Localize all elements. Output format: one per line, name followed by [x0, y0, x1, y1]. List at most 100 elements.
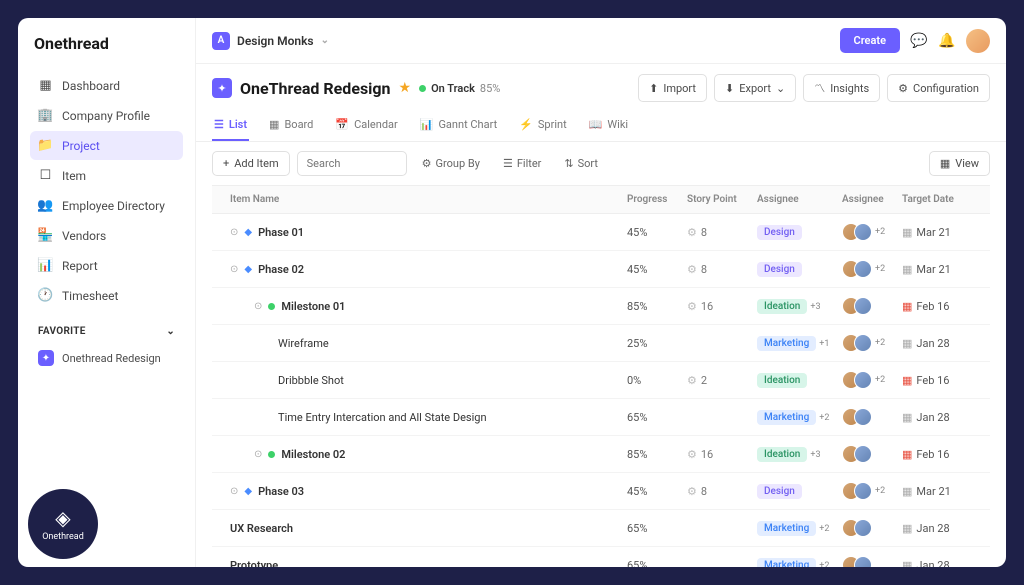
team-icon: A — [212, 32, 230, 50]
sidebar-item-project[interactable]: 📁Project — [30, 131, 183, 160]
add-item-button[interactable]: +Add Item — [212, 151, 290, 176]
sidebar-item-item[interactable]: ☐Item — [30, 161, 183, 190]
avatar-icon — [854, 260, 872, 278]
tag-badge: Design — [757, 225, 802, 240]
tab-icon: 📅 — [335, 118, 349, 131]
chevron-icon[interactable]: ⊙ — [254, 301, 262, 312]
table-row[interactable]: ⊙◆Phase 01 45% ⚙8 Design +2 ▦Mar 21 — [212, 214, 990, 251]
nav-icon: 🏢 — [38, 108, 53, 123]
avatar-icon — [854, 408, 872, 426]
chevron-icon[interactable]: ⊙ — [254, 449, 262, 460]
table-row[interactable]: Time Entry Intercation and All State Des… — [212, 399, 990, 436]
tab-icon: 📊 — [420, 118, 434, 131]
gear-icon: ⚙ — [687, 374, 697, 387]
table-row[interactable]: ⊙◆Phase 03 45% ⚙8 Design +2 ▦Mar 21 — [212, 473, 990, 510]
tag-badge: Marketing — [757, 410, 816, 425]
create-button[interactable]: Create — [840, 28, 901, 53]
project-icon: ✦ — [212, 78, 232, 98]
insights-button[interactable]: 〽Insights — [803, 74, 880, 102]
import-button[interactable]: ⬆Import — [638, 74, 707, 102]
filter-button[interactable]: ☰Filter — [495, 151, 549, 176]
chevron-down-icon: ⌄ — [166, 326, 175, 337]
milestone-dot-icon — [268, 451, 275, 458]
status-badge: On Track 85% — [419, 82, 500, 95]
export-button[interactable]: ⬇Export⌄ — [714, 74, 796, 102]
tab-icon: 📖 — [589, 118, 603, 131]
tab-icon: ☰ — [214, 118, 224, 131]
table-row[interactable]: ⊙Milestone 02 85% ⚙16 Ideation+3 ▦Feb 16 — [212, 436, 990, 473]
calendar-icon: ▦ — [902, 300, 912, 313]
chevron-icon[interactable]: ⊙ — [230, 227, 238, 238]
calendar-icon: ▦ — [902, 226, 912, 239]
tab-calendar[interactable]: 📅Calendar — [333, 110, 399, 141]
tag-badge: Marketing — [757, 521, 816, 536]
project-title: OneThread Redesign — [240, 79, 391, 98]
sidebar-item-company-profile[interactable]: 🏢Company Profile — [30, 101, 183, 130]
star-icon[interactable]: ★ — [399, 80, 412, 96]
chevron-icon[interactable]: ⊙ — [230, 486, 238, 497]
table-row[interactable]: Wireframe 25% Marketing+1 +2 ▦Jan 28 — [212, 325, 990, 362]
tag-badge: Ideation — [757, 373, 807, 388]
tag-badge: Marketing — [757, 558, 816, 568]
milestone-dot-icon — [268, 303, 275, 310]
table-row[interactable]: Prototype 65% Marketing+2 ▦Jan 28 — [212, 547, 990, 567]
avatar-icon — [854, 223, 872, 241]
table-row[interactable]: Dribbble Shot 0% ⚙2 Ideation +2 ▦Feb 16 — [212, 362, 990, 399]
tab-icon: ▦ — [269, 118, 279, 131]
gear-icon: ⚙ — [687, 300, 697, 313]
search-input[interactable] — [297, 151, 407, 176]
table-row[interactable]: UX Research 65% Marketing+2 ▦Jan 28 — [212, 510, 990, 547]
import-icon: ⬆ — [649, 82, 658, 95]
configuration-button[interactable]: ⚙Configuration — [887, 74, 990, 102]
user-avatar[interactable] — [966, 29, 990, 53]
avatar-icon — [854, 371, 872, 389]
nav-icon: 📊 — [38, 258, 53, 273]
table-header: Item Name Progress Story Point Assignee … — [212, 185, 990, 214]
bell-icon[interactable]: 🔔 — [938, 32, 956, 50]
avatar-icon — [854, 482, 872, 500]
chat-icon[interactable]: 💬 — [910, 32, 928, 50]
favorite-header[interactable]: FAVORITE ⌄ — [30, 320, 183, 343]
avatar-icon — [854, 519, 872, 537]
calendar-icon: ▦ — [902, 374, 912, 387]
sidebar-item-dashboard[interactable]: ▦Dashboard — [30, 71, 183, 100]
tab-wiki[interactable]: 📖Wiki — [587, 110, 630, 141]
tab-icon: ⚡ — [519, 118, 533, 131]
table-row[interactable]: ⊙◆Phase 02 45% ⚙8 Design +2 ▦Mar 21 — [212, 251, 990, 288]
sidebar-item-employee-directory[interactable]: 👥Employee Directory — [30, 191, 183, 220]
tab-board[interactable]: ▦Board — [267, 110, 315, 141]
chevron-icon[interactable]: ⊙ — [230, 264, 238, 275]
gear-icon: ⚙ — [422, 157, 432, 170]
diamond-icon: ◆ — [244, 264, 252, 275]
calendar-icon: ▦ — [902, 448, 912, 461]
calendar-icon: ▦ — [902, 559, 912, 568]
team-selector[interactable]: A Design Monks ⌄ — [212, 32, 329, 50]
favorite-item[interactable]: ✦ Onethread Redesign — [30, 343, 183, 373]
sort-button[interactable]: ⇅Sort — [556, 151, 606, 176]
favorite-icon: ✦ — [38, 350, 54, 366]
avatar-icon — [854, 334, 872, 352]
tab-gannt-chart[interactable]: 📊Gannt Chart — [418, 110, 499, 141]
calendar-icon: ▦ — [902, 411, 912, 424]
sidebar-item-timesheet[interactable]: 🕐Timesheet — [30, 281, 183, 310]
nav-icon: 📁 — [38, 138, 53, 153]
nav-icon: ☐ — [38, 168, 53, 183]
sort-icon: ⇅ — [564, 157, 573, 170]
calendar-icon: ▦ — [902, 485, 912, 498]
tab-sprint[interactable]: ⚡Sprint — [517, 110, 569, 141]
view-button[interactable]: ▦View — [929, 151, 990, 176]
group-by-button[interactable]: ⚙Group By — [414, 151, 488, 176]
grid-icon: ▦ — [940, 157, 950, 170]
sidebar-item-vendors[interactable]: 🏪Vendors — [30, 221, 183, 250]
table-row[interactable]: ⊙Milestone 01 85% ⚙16 Ideation+3 ▦Feb 16 — [212, 288, 990, 325]
sidebar-item-report[interactable]: 📊Report — [30, 251, 183, 280]
gear-icon: ⚙ — [687, 485, 697, 498]
avatar-icon — [854, 297, 872, 315]
nav-icon: 🏪 — [38, 228, 53, 243]
cube-icon: ◈ — [55, 506, 70, 530]
nav-icon: 🕐 — [38, 288, 53, 303]
calendar-icon: ▦ — [902, 522, 912, 535]
float-brand-logo: ◈ Onethread — [28, 489, 98, 559]
tab-list[interactable]: ☰List — [212, 110, 249, 141]
calendar-icon: ▦ — [902, 263, 912, 276]
